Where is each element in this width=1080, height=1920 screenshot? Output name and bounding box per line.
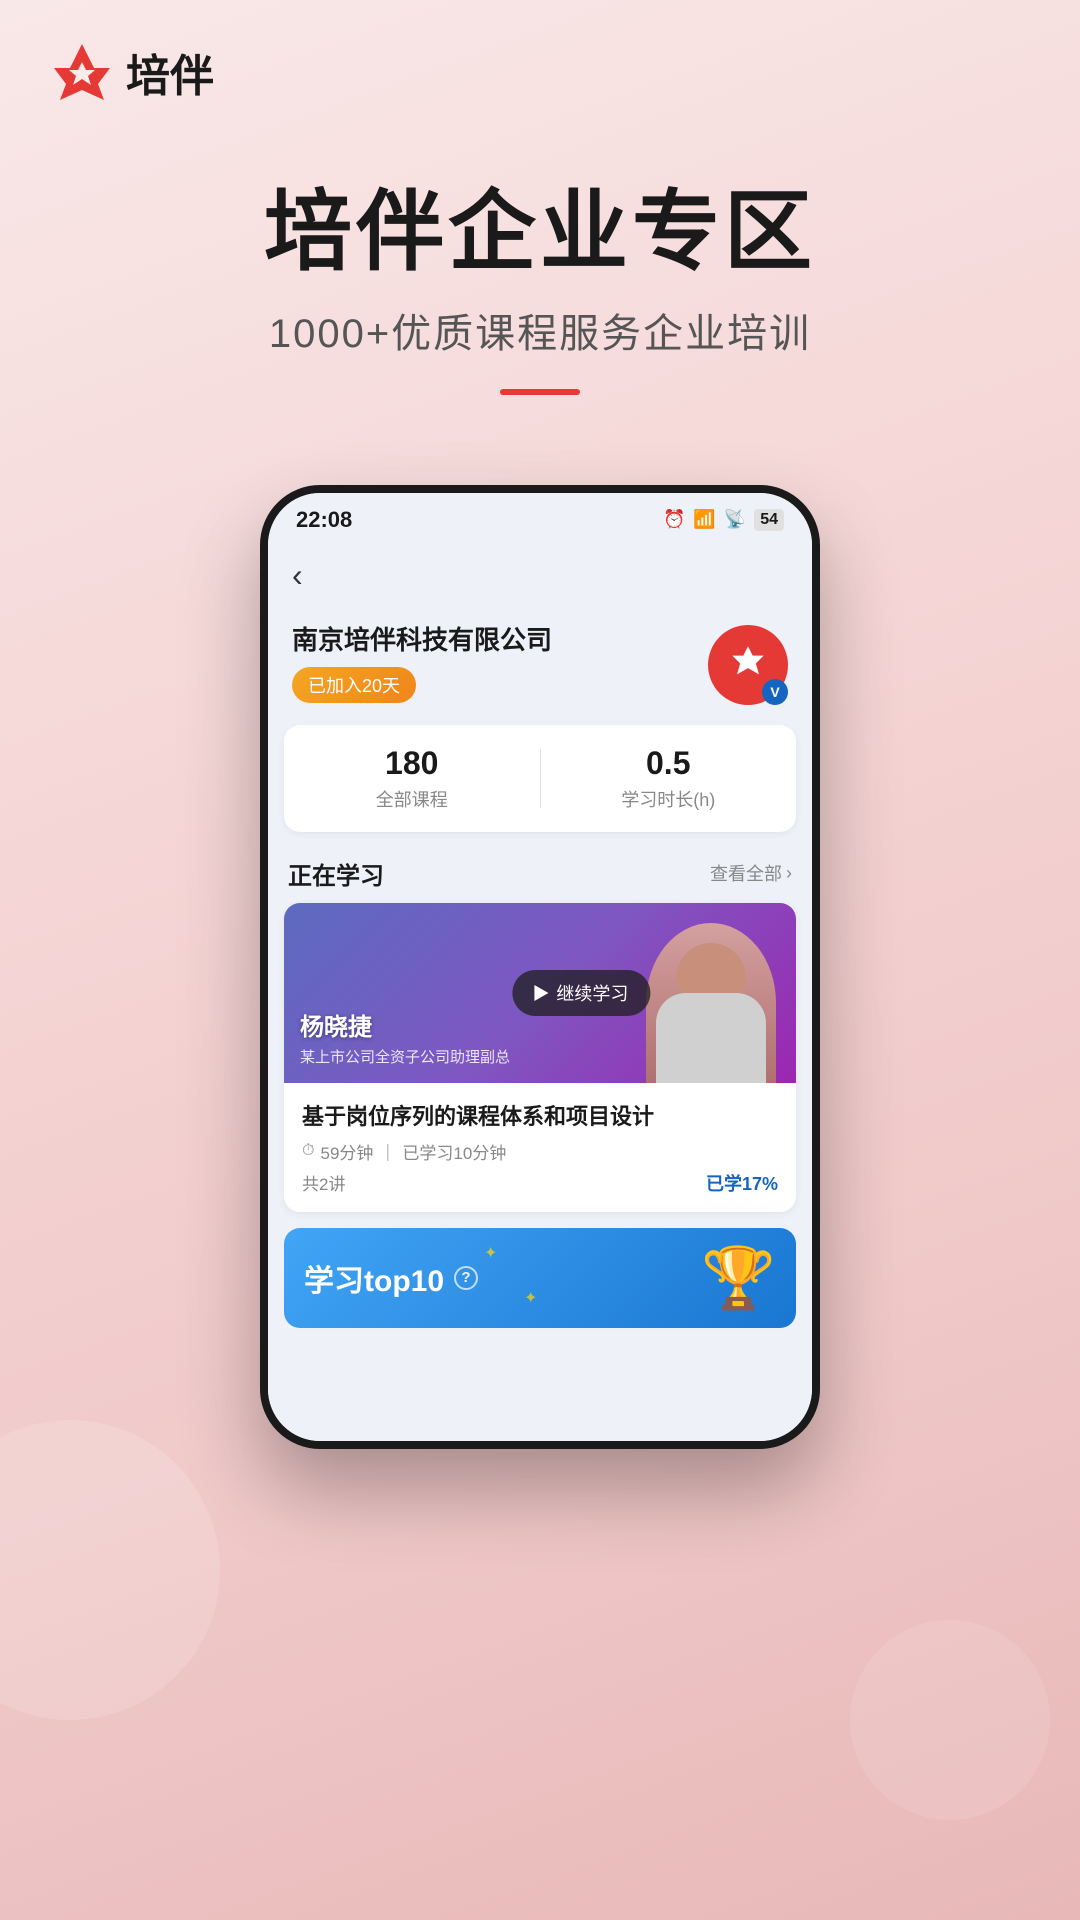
wifi-icon: 📡 [724,509,746,530]
learning-section-title: 正在学习 [288,856,384,891]
course-duration: 59分钟 [320,1139,373,1164]
joined-badge: 已加入20天 [292,667,416,703]
sparkle-2: ✦ [524,1288,537,1308]
status-bar: 22:08 ⏰ 📶 📡 54 [268,493,812,541]
stat-hours: 0.5 学习时长(h) [541,745,797,812]
logo-icon [50,40,114,104]
logo-text: 培伴 [126,40,214,104]
trophy-icon: 🏆 [701,1242,776,1313]
stat-courses-value: 180 [284,745,540,782]
company-name: 南京培伴科技有限公司 [292,620,708,657]
logo: 培伴 [50,40,214,104]
top10-card[interactable]: 学习top10 ? ✦ ✦ 🏆 [284,1228,796,1328]
verify-badge: V [762,679,788,705]
signal-icon: 📶 [693,509,715,530]
chevron-right-icon: › [786,863,792,884]
stats-card: 180 全部课程 0.5 学习时长(h) [284,725,796,832]
instructor-name: 杨晓捷 [300,1007,510,1042]
top10-title: 学习top10 ? [304,1256,478,1300]
continue-learning-button[interactable]: 继续学习 [512,970,650,1016]
course-meta: ⏱ 59分钟 ｜ 已学习10分钟 [302,1139,778,1164]
instructor-info: 杨晓捷 某上市公司全资子公司助理副总 [300,1007,510,1067]
stat-courses-label: 全部课程 [284,786,540,812]
stat-hours-label: 学习时长(h) [541,786,797,812]
hero-title: 培伴企业专区 [40,184,1040,281]
nav-bar: ‹ [268,541,812,610]
course-progress: 已学17% [706,1170,778,1196]
course-thumbnail: 杨晓捷 某上市公司全资子公司助理副总 继续学习 [284,903,796,1083]
course-title: 基于岗位序列的课程体系和项目设计 [302,1099,778,1131]
play-icon [534,985,548,1001]
course-footer: 共2讲 已学17% [302,1170,778,1196]
company-avatar: V [708,625,788,705]
hero-divider [500,389,580,395]
hero-subtitle: 1000+优质课程服务企业培训 [40,301,1040,359]
back-button[interactable]: ‹ [292,557,303,594]
status-icons: ⏰ 📶 📡 54 [663,509,784,531]
phone-frame: 22:08 ⏰ 📶 📡 54 ‹ 南京培伴科技有限公司 已加入20天 [260,485,820,1449]
company-info: 南京培伴科技有限公司 已加入20天 [292,620,708,703]
clock-icon: ⏱ [302,1142,314,1160]
stat-courses: 180 全部课程 [284,745,540,812]
phone-content: ‹ 南京培伴科技有限公司 已加入20天 V 180 [268,541,812,1441]
view-all-button[interactable]: 查看全部 › [710,860,792,886]
phone-mockup: 22:08 ⏰ 📶 📡 54 ‹ 南京培伴科技有限公司 已加入20天 [0,485,1080,1449]
course-info: 基于岗位序列的课程体系和项目设计 ⏱ 59分钟 ｜ 已学习10分钟 共2讲 已学… [284,1083,796,1212]
course-card[interactable]: 杨晓捷 某上市公司全资子公司助理副总 继续学习 基于岗位序列的课程体系和项目设计… [284,903,796,1212]
sparkle-1: ✦ [484,1243,497,1263]
hero-section: 培伴企业专区 1000+优质课程服务企业培训 [0,124,1080,425]
instructor-image [646,923,776,1083]
alarm-icon: ⏰ [663,509,685,530]
instructor-title: 某上市公司全资子公司助理副总 [300,1046,510,1067]
top10-help-icon: ? [454,1266,478,1290]
learning-section-header: 正在学习 查看全部 › [268,848,812,903]
stat-hours-value: 0.5 [541,745,797,782]
instructor-body [656,993,766,1083]
status-time: 22:08 [296,507,352,533]
lessons-count: 共2讲 [302,1170,345,1195]
battery-icon: 54 [754,509,784,531]
course-studied: 已学习10分钟 [402,1139,506,1164]
app-header: 培伴 [0,0,1080,124]
company-section: 南京培伴科技有限公司 已加入20天 V [268,610,812,725]
